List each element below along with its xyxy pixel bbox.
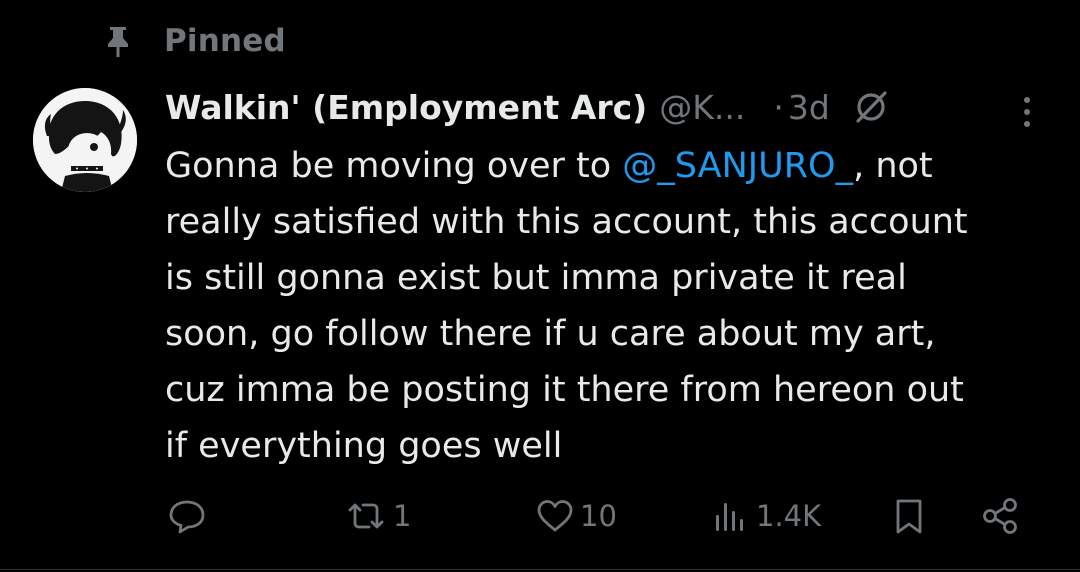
- pinned-post[interactable]: Pinned Walkin' (Employment Arc) @K... · …: [0, 0, 1080, 572]
- views-count: 1.4K: [756, 499, 822, 533]
- post-time[interactable]: 3d: [788, 88, 830, 127]
- share-icon: [983, 498, 1017, 534]
- like-icon: [537, 500, 573, 532]
- avatar[interactable]: [33, 88, 137, 192]
- post-content: Walkin' (Employment Arc) @K... · 3d Gonn…: [165, 78, 1055, 474]
- mention-link[interactable]: @_SANJURO_: [622, 146, 853, 186]
- post-header: Walkin' (Employment Arc) @K... · 3d: [165, 78, 1055, 136]
- share-button[interactable]: [980, 488, 1022, 544]
- post-body-text: Gonna be moving over to: [165, 146, 623, 186]
- repost-icon: [348, 503, 384, 529]
- pinned-indicator: Pinned: [100, 18, 286, 64]
- grok-icon[interactable]: [852, 88, 890, 126]
- post-body-line: Gonna be moving over to @_SANJURO_, not: [165, 138, 1055, 194]
- bookmark-icon: [896, 499, 922, 534]
- views-icon: [716, 503, 743, 531]
- reply-icon: [169, 500, 205, 534]
- reply-button[interactable]: [166, 488, 212, 544]
- repost-button[interactable]: 1: [343, 488, 411, 544]
- post-body-line: cuz imma be posting it there from hereon…: [165, 370, 964, 410]
- post-body: Gonna be moving over to @_SANJURO_, not …: [165, 138, 1055, 474]
- pinned-label: Pinned: [164, 23, 286, 59]
- pin-icon: [108, 27, 128, 57]
- action-bar: 1 10 1.4K: [0, 488, 1080, 544]
- post-body-line: is still gonna exist but imma private it…: [165, 258, 907, 298]
- post-body-line: soon, go follow there if u care about my…: [165, 314, 936, 354]
- separator-dot: ·: [773, 87, 784, 127]
- more-icon[interactable]: [1015, 92, 1039, 132]
- post-body-line: if everything goes well: [165, 426, 563, 466]
- bookmark-button[interactable]: [888, 488, 930, 544]
- post-body-line: really satisfied with this account, this…: [165, 202, 968, 242]
- like-count: 10: [580, 499, 617, 533]
- post-body-text: , not: [853, 146, 933, 186]
- views-button[interactable]: 1.4K: [710, 488, 821, 544]
- repost-count: 1: [393, 499, 412, 533]
- display-name[interactable]: Walkin' (Employment Arc): [165, 88, 647, 127]
- handle[interactable]: @K...: [659, 88, 745, 127]
- like-button[interactable]: 10: [534, 488, 617, 544]
- post-divider: [0, 569, 1080, 570]
